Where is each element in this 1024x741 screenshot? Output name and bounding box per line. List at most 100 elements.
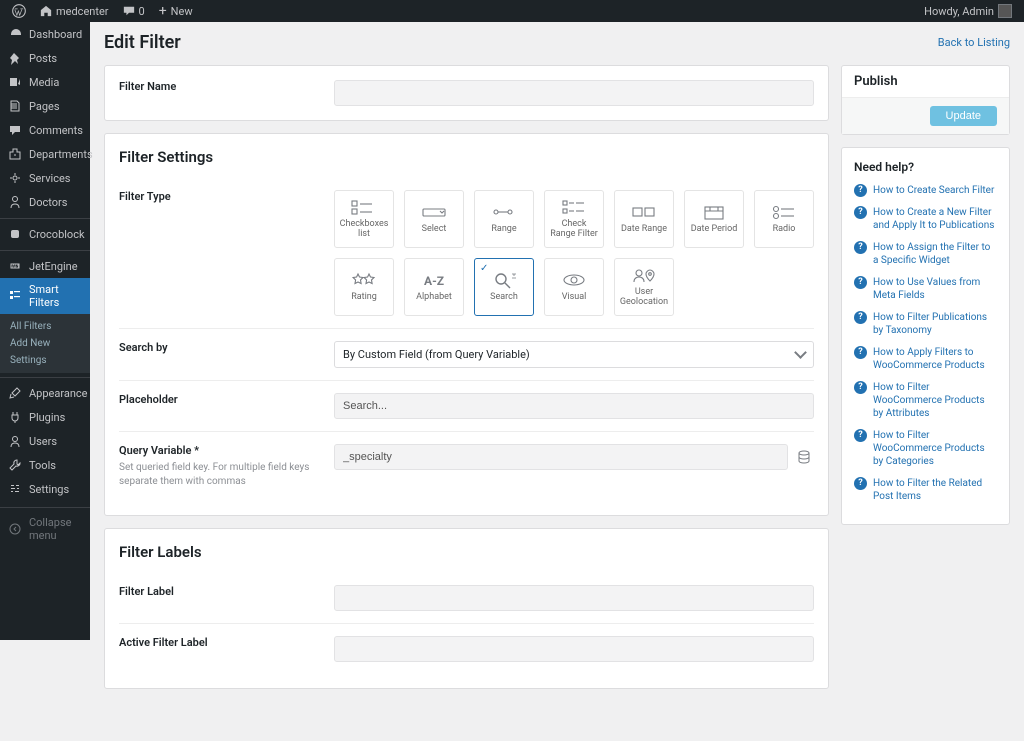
question-icon: ?	[854, 206, 867, 219]
site-name-label: medcenter	[56, 5, 109, 18]
menu-item-departments[interactable]: Departments	[0, 142, 90, 166]
date-range-icon	[630, 203, 658, 221]
search-by-select[interactable]: By Custom Field (from Query Variable)	[334, 341, 814, 368]
date-period-icon	[700, 203, 728, 221]
doctor-icon	[8, 195, 22, 209]
collapse-icon	[8, 522, 22, 536]
back-link[interactable]: Back to Listing	[938, 36, 1010, 49]
filter-type-grid: Checkboxes list Select RangeCheck Range Fi…	[334, 190, 814, 316]
filter-type-range[interactable]: Range	[474, 190, 534, 248]
submenu-add_new[interactable]: Add New	[0, 335, 90, 352]
help-item: ? How to Create a New Filter and Apply It…	[854, 206, 997, 232]
brush-icon	[8, 386, 22, 400]
filter-name-input[interactable]	[334, 80, 814, 106]
help-link[interactable]: How to Assign the Filter to a Specific W…	[873, 241, 997, 267]
menu-label: Crocoblock	[29, 228, 85, 241]
help-heading: Need help?	[854, 160, 997, 174]
user-menu-button[interactable]: Howdy, Admin	[924, 4, 1012, 18]
menu-item-services[interactable]: Services	[0, 166, 90, 190]
comment-icon	[8, 123, 22, 137]
menu-item-settings[interactable]: Settings	[0, 477, 90, 501]
new-content-button[interactable]: + New	[159, 4, 193, 18]
jet-icon: API	[8, 259, 22, 273]
menu-label: Pages	[29, 100, 60, 113]
menu-item-media[interactable]: Media	[0, 70, 90, 94]
submenu-all_filters[interactable]: All Filters	[0, 318, 90, 335]
filter-type-check-range-filter[interactable]: Check Range Filter	[544, 190, 604, 248]
menu-label: Doctors	[29, 196, 67, 209]
help-link[interactable]: How to Filter Publications by Taxonomy	[873, 311, 997, 337]
menu-label: Settings	[29, 483, 69, 496]
menu-item-collapse[interactable]: Collapse menu	[0, 507, 90, 547]
help-link[interactable]: How to Filter WooCommerce Products by At…	[873, 381, 997, 420]
wp-logo-button[interactable]	[12, 4, 26, 18]
filter-name-box: Filter Name	[104, 65, 829, 121]
filter-type-label: Date Period	[691, 225, 738, 235]
placeholder-input[interactable]	[334, 393, 814, 419]
menu-item-posts[interactable]: Posts	[0, 46, 90, 70]
query-var-input[interactable]	[334, 444, 788, 470]
filter-settings-heading: Filter Settings	[119, 148, 814, 166]
help-item: ?How to Use Values from Meta Fields	[854, 276, 997, 302]
submenu-settings[interactable]: Settings	[0, 352, 90, 369]
help-item: ?How to Filter the Related Post Items	[854, 477, 997, 503]
menu-item-jetengine[interactable]: API JetEngine	[0, 250, 90, 278]
media-icon	[8, 75, 22, 89]
help-link[interactable]: How to Create Search Filter	[873, 184, 994, 197]
pin-icon	[8, 51, 22, 65]
help-link[interactable]: How to Filter the Related Post Items	[873, 477, 997, 503]
filter-type-date-period[interactable]: Date Period	[684, 190, 744, 248]
filter-type-visual[interactable]: Visual	[544, 258, 604, 316]
tool-icon	[8, 458, 22, 472]
filter-type-label: Search	[490, 293, 518, 303]
filter-type-search[interactable]: ✓ Search	[474, 258, 534, 316]
filter-type-label: Radio	[773, 225, 796, 235]
menu-item-doctors[interactable]: Doctors	[0, 190, 90, 214]
content-area: Edit Filter Back to Listing Filter Name …	[90, 22, 1024, 741]
filter-type-radio[interactable]: Radio	[754, 190, 814, 248]
menu-item-smartfilters[interactable]: Smart Filters	[0, 278, 90, 314]
help-item: ? How to Assign the Filter to a Specific …	[854, 241, 997, 267]
filter-type-date-range[interactable]: Date Range	[614, 190, 674, 248]
menu-item-appearance[interactable]: Appearance	[0, 377, 90, 405]
filter-type-label: Select	[422, 225, 447, 235]
menu-item-pages[interactable]: Pages	[0, 94, 90, 118]
menu-label: Departments	[29, 148, 93, 161]
gear-icon	[8, 171, 22, 185]
menu-item-plugins[interactable]: Plugins	[0, 405, 90, 429]
menu-item-dashboard[interactable]: Dashboard	[0, 22, 90, 46]
help-link[interactable]: How to Filter WooCommerce Products by Ca…	[873, 429, 997, 468]
menu-item-comments[interactable]: Comments	[0, 118, 90, 142]
avatar-icon	[998, 4, 1012, 18]
help-link[interactable]: How to Use Values from Meta Fields	[873, 276, 997, 302]
comments-button[interactable]: 0	[123, 5, 145, 18]
filter-labels-box: Filter Labels Filter Label Active Filter…	[104, 528, 829, 689]
menu-label: JetEngine	[29, 260, 78, 273]
filter-type-checkboxes-list[interactable]: Checkboxes list	[334, 190, 394, 248]
filter-type-rating[interactable]: Rating	[334, 258, 394, 316]
filter-type-label: User Geolocation	[619, 288, 669, 308]
filter-type-label: Alphabet	[416, 293, 452, 303]
help-link[interactable]: How to Apply Filters to WooCommerce Prod…	[873, 346, 997, 372]
menu-item-tools[interactable]: Tools	[0, 453, 90, 477]
menu-item-users[interactable]: Users	[0, 429, 90, 453]
filter-type-select[interactable]: Select	[404, 190, 464, 248]
smartfilters-submenu: All FiltersAdd NewSettings	[0, 314, 90, 373]
menu-label: Media	[29, 76, 59, 89]
database-icon[interactable]	[794, 447, 814, 467]
menu-label: Users	[29, 435, 57, 448]
filter-label-input[interactable]	[334, 585, 814, 611]
update-button[interactable]: Update	[930, 106, 997, 126]
question-icon: ?	[854, 241, 867, 254]
site-name-button[interactable]: medcenter	[40, 5, 109, 18]
menu-label: Dashboard	[29, 28, 82, 41]
help-item: ?How to Filter WooCommerce Products by A…	[854, 381, 997, 420]
help-box: Need help? ? How to Create Search Filter?…	[841, 147, 1010, 525]
help-link[interactable]: How to Create a New Filter and Apply It …	[873, 206, 997, 232]
filter-type-alphabet[interactable]: A-ZAlphabet	[404, 258, 464, 316]
filter-type-user-geolocation[interactable]: User Geolocation	[614, 258, 674, 316]
menu-item-crocoblock[interactable]: Crocoblock	[0, 218, 90, 246]
admin-bar: medcenter 0 + New Howdy, Admin	[0, 0, 1024, 22]
check-icon: ✓	[480, 263, 488, 274]
menu-label: Smart Filters	[29, 283, 82, 309]
